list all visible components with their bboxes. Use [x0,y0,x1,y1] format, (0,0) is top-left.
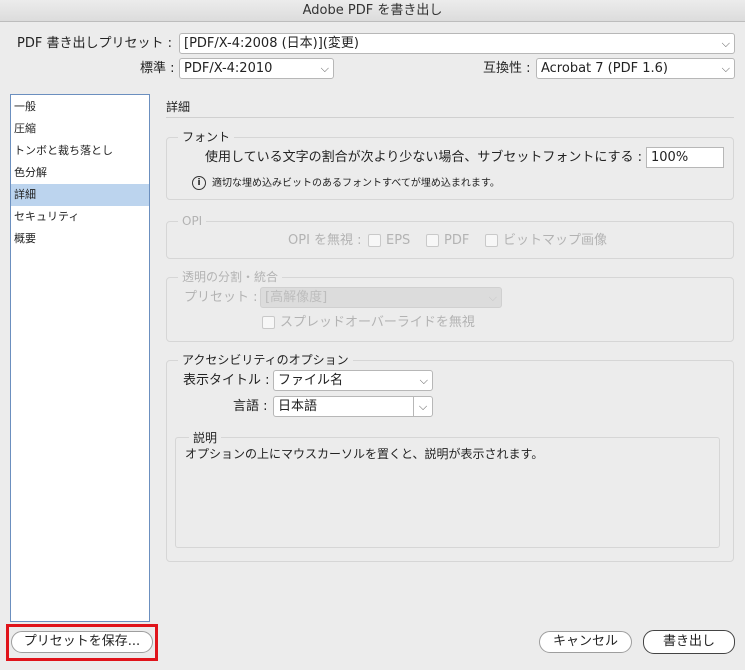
checkbox-icon [368,234,381,247]
standard-label: 標準 : [140,61,175,76]
opi-pdf-label: PDF [444,233,470,248]
compat-select[interactable]: Acrobat 7 (PDF 1.6) ⌵ [536,58,735,79]
checkbox-icon [426,234,439,247]
chevron-down-icon: ⌵ [721,62,730,75]
chevron-down-icon: ⌵ [320,62,329,75]
info-icon: i [192,176,206,190]
opi-pdf-checkbox[interactable]: PDF [426,231,469,251]
chevron-down-icon: ⌵ [413,397,432,416]
subset-threshold-label: 使用している文字の割合が次より少ない場合、サブセットフォントにする : [205,150,642,165]
opi-eps-label: EPS [386,233,411,248]
ignore-spread-overrides-label: スプレッドオーバーライドを無視 [280,315,475,330]
standard-select[interactable]: PDF/X-4:2010 ⌵ [179,58,334,79]
flattener-preset-value: [高解像度] [265,290,328,305]
compat-select-value: Acrobat 7 (PDF 1.6) [541,61,668,76]
display-title-select[interactable]: ファイル名 ⌵ [273,370,433,391]
language-label: 言語 : [233,399,268,414]
opi-group-title: OPI [178,213,207,229]
transparency-group-title: 透明の分割・統合 [178,269,283,285]
section-title: 詳細 [166,100,191,114]
flattener-preset-select[interactable]: [高解像度] ⌵ [260,287,502,308]
checkbox-icon [262,316,275,329]
language-value: 日本語 [278,399,318,414]
section-divider [166,117,734,118]
sidebar-item-marks-bleeds[interactable]: トンボと裁ち落とし [11,140,149,162]
preset-label: PDF 書き出しプリセット : [17,36,172,51]
category-sidebar: 一般 圧縮 トンボと裁ち落とし 色分解 詳細 セキュリティ 概要 [10,94,150,622]
accessibility-group-title: アクセシビリティのオプション [178,352,353,368]
opi-bitmap-label: ビットマップ画像 [503,233,608,248]
description-text: オプションの上にマウスカーソルを置くと、説明が表示されます。 [185,447,544,461]
checkbox-icon [485,234,498,247]
export-button[interactable]: 書き出し [643,630,735,654]
sidebar-item-general[interactable]: 一般 [11,96,149,118]
opi-eps-checkbox[interactable]: EPS [368,231,410,251]
chevron-down-icon: ⌵ [419,374,428,387]
font-info-text: 適切な埋め込みビットのあるフォントすべてが埋め込まれます。 [212,178,500,189]
language-select[interactable]: 日本語 ⌵ [273,396,433,417]
sidebar-item-compression[interactable]: 圧縮 [11,118,149,140]
ignore-spread-overrides-checkbox[interactable]: スプレッドオーバーライドを無視 [262,313,475,333]
font-group-title: フォント [178,129,235,145]
cancel-button[interactable]: キャンセル [539,631,632,653]
chevron-down-icon: ⌵ [488,291,497,304]
preset-select-value: [PDF/X-4:2008 (日本)](変更) [184,36,359,51]
subset-threshold-input[interactable]: 100% [646,147,724,168]
sidebar-item-advanced[interactable]: 詳細 [11,184,149,206]
sidebar-item-security[interactable]: セキュリティ [11,206,149,228]
window-title: Adobe PDF を書き出し [0,0,745,22]
flattener-preset-label: プリセット : [184,290,258,305]
opi-omit-label: OPI を無視 : [288,233,362,248]
display-title-label: 表示タイトル : [183,373,270,388]
sidebar-item-summary[interactable]: 概要 [11,228,149,250]
display-title-value: ファイル名 [278,373,344,388]
save-preset-button[interactable]: プリセットを保存... [11,631,153,653]
sidebar-item-output[interactable]: 色分解 [11,162,149,184]
preset-select[interactable]: [PDF/X-4:2008 (日本)](変更) ⌵ [179,33,735,54]
standard-select-value: PDF/X-4:2010 [184,61,273,76]
opi-bitmap-checkbox[interactable]: ビットマップ画像 [485,231,607,251]
chevron-down-icon: ⌵ [721,37,730,50]
compat-label: 互換性 : [483,61,531,76]
